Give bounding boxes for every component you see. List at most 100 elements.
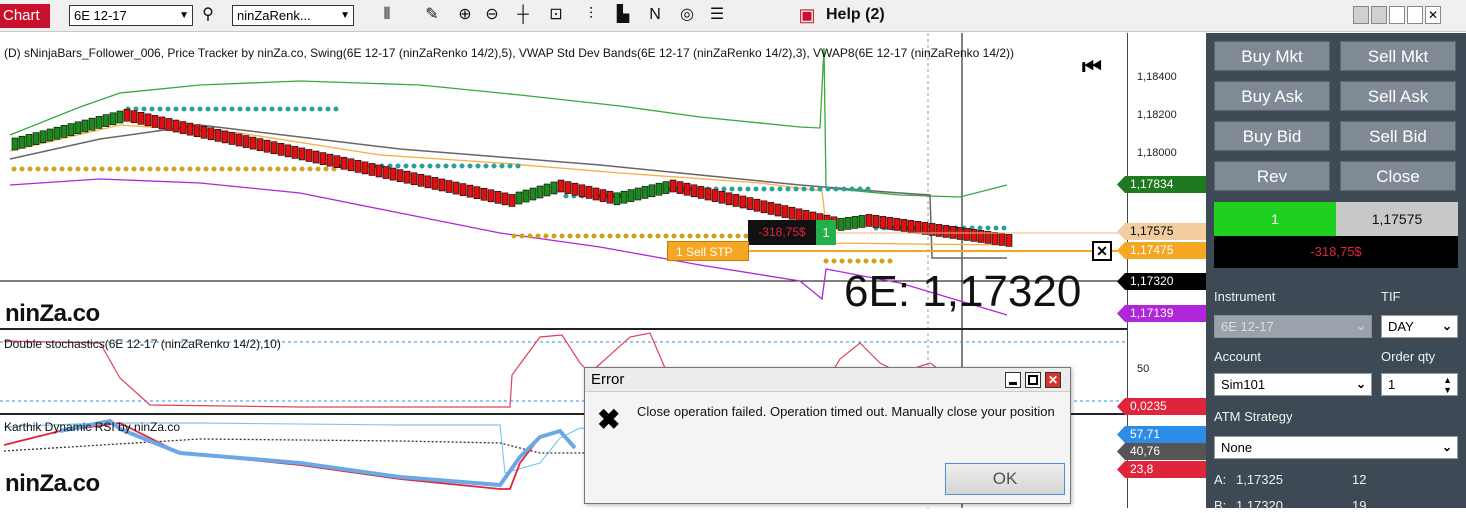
- data-box-icon[interactable]: ⊡: [545, 4, 567, 26]
- down-bar: [781, 205, 789, 218]
- bid-price: 1,17320: [1236, 498, 1283, 513]
- tif-select[interactable]: DAY ⌄: [1381, 315, 1458, 338]
- account-select[interactable]: Sim101 ⌄: [1214, 373, 1372, 396]
- up-bar: [18, 135, 26, 149]
- tif-label: TIF: [1381, 289, 1401, 304]
- minimize-button[interactable]: [1389, 6, 1405, 24]
- ninjascript-icon[interactable]: ▣: [796, 4, 818, 26]
- down-bar: [578, 184, 586, 198]
- down-bar: [263, 139, 271, 153]
- down-bar: [452, 181, 460, 195]
- sell-ask-button[interactable]: Sell Ask: [1340, 81, 1456, 111]
- atm-strategy-select[interactable]: None ⌄: [1214, 436, 1458, 459]
- down-bar: [424, 175, 432, 189]
- instrument-select[interactable]: 6E 12-17 ▼: [69, 5, 193, 26]
- up-bar: [102, 114, 110, 127]
- down-bar: [284, 144, 292, 158]
- buy-bid-button[interactable]: Buy Bid: [1214, 121, 1330, 151]
- up-bar: [536, 185, 544, 199]
- dialog-close-button[interactable]: ✕: [1045, 372, 1061, 388]
- stepper-arrows-icon[interactable]: ▲ ▼: [1443, 375, 1452, 395]
- crosshair-icon[interactable]: ┼: [512, 4, 534, 26]
- down-bar: [991, 232, 999, 245]
- down-bar: [207, 127, 215, 141]
- down-bar: [291, 146, 299, 159]
- close-position-button[interactable]: Close: [1340, 161, 1456, 191]
- down-bar: [907, 220, 915, 233]
- down-bar: [235, 133, 243, 147]
- down-bar: [788, 206, 796, 220]
- drawing-tools-icon[interactable]: N: [644, 4, 666, 26]
- scroll-to-end-icon[interactable]: ⏮: [1082, 54, 1102, 80]
- chart-trader-icon[interactable]: ▙: [612, 4, 634, 26]
- position-qty: 1: [1214, 202, 1336, 236]
- close-window-button[interactable]: ✕: [1425, 6, 1441, 24]
- down-bar: [739, 195, 747, 209]
- down-bar: [431, 177, 439, 190]
- down-bar: [144, 113, 152, 127]
- down-bar: [298, 147, 306, 161]
- window-option-button[interactable]: [1353, 6, 1369, 24]
- down-bar: [725, 192, 733, 206]
- ninza-logo: ninZa.co: [5, 470, 100, 498]
- sell-bid-button[interactable]: Sell Bid: [1340, 121, 1456, 151]
- down-bar: [130, 110, 138, 124]
- down-bar: [914, 221, 922, 234]
- help-menu[interactable]: Help (2): [826, 6, 885, 24]
- up-bar: [837, 218, 845, 231]
- pane-separator[interactable]: [0, 328, 1127, 330]
- order-qty-label: Order qty: [1381, 349, 1436, 364]
- down-bar: [872, 215, 880, 228]
- down-bar: [900, 219, 908, 232]
- down-bar: [767, 202, 775, 215]
- reverse-button[interactable]: Rev: [1214, 161, 1330, 191]
- reload-icon[interactable]: ◎: [676, 4, 698, 26]
- properties-icon[interactable]: ☰: [706, 4, 728, 26]
- bartype-select-value: ninZaRenk...: [237, 8, 311, 23]
- price-tick-label: 1,18000: [1137, 147, 1177, 159]
- up-bar: [522, 189, 530, 203]
- dialog-maximize-button[interactable]: [1025, 372, 1041, 388]
- down-bar: [487, 189, 495, 203]
- dialog-titlebar[interactable]: Error: [585, 368, 1070, 392]
- buy-mkt-button[interactable]: Buy Mkt: [1214, 41, 1330, 71]
- ok-button[interactable]: OK: [945, 463, 1065, 495]
- chevron-down-icon: ⌄: [1441, 319, 1452, 333]
- bars-icon[interactable]: ⫴: [376, 4, 398, 26]
- sell-mkt-button[interactable]: Sell Mkt: [1340, 41, 1456, 71]
- sell-stop-order-marker[interactable]: 1 Sell STP: [667, 241, 749, 261]
- chevron-down-icon: ⌄: [1441, 440, 1452, 454]
- bartype-select[interactable]: ninZaRenk... ▼: [232, 5, 354, 26]
- up-bar: [116, 110, 124, 124]
- search-icon[interactable]: ⚲: [197, 4, 219, 26]
- up-bar: [851, 216, 859, 229]
- down-bar: [606, 190, 614, 204]
- up-bar: [858, 215, 866, 228]
- strategy-icon[interactable]: ⫶: [580, 4, 602, 26]
- ninza-logo: ninZa.co: [5, 300, 100, 328]
- dialog-minimize-button[interactable]: [1005, 372, 1021, 388]
- pencil-icon[interactable]: ✎: [421, 4, 443, 26]
- maximize-button[interactable]: [1407, 6, 1423, 24]
- window-option-button[interactable]: [1371, 6, 1387, 24]
- cancel-order-button[interactable]: ✕: [1092, 241, 1112, 261]
- chart-tab[interactable]: Chart: [0, 4, 50, 28]
- down-bar: [998, 233, 1006, 246]
- price-tag: 1,17834: [1117, 176, 1206, 193]
- up-bar: [613, 192, 621, 206]
- zoom-out-icon[interactable]: ⊖: [481, 4, 503, 26]
- down-bar: [879, 216, 887, 229]
- order-qty-stepper[interactable]: 1 ▲ ▼: [1381, 373, 1458, 396]
- down-bar: [256, 138, 264, 151]
- zoom-in-icon[interactable]: ⊕: [454, 4, 476, 26]
- down-bar: [382, 166, 390, 179]
- tif-select-value: DAY: [1388, 319, 1414, 334]
- down-bar: [669, 179, 677, 193]
- instrument-select[interactable]: 6E 12-17 ⌄: [1214, 315, 1372, 338]
- buy-ask-button[interactable]: Buy Ask: [1214, 81, 1330, 111]
- atm-strategy-value: None: [1221, 440, 1253, 455]
- down-bar: [221, 130, 229, 144]
- position-pnl-marker[interactable]: -318,75$: [748, 220, 816, 245]
- position-qty-marker[interactable]: 1: [816, 220, 836, 245]
- up-bar: [844, 217, 852, 230]
